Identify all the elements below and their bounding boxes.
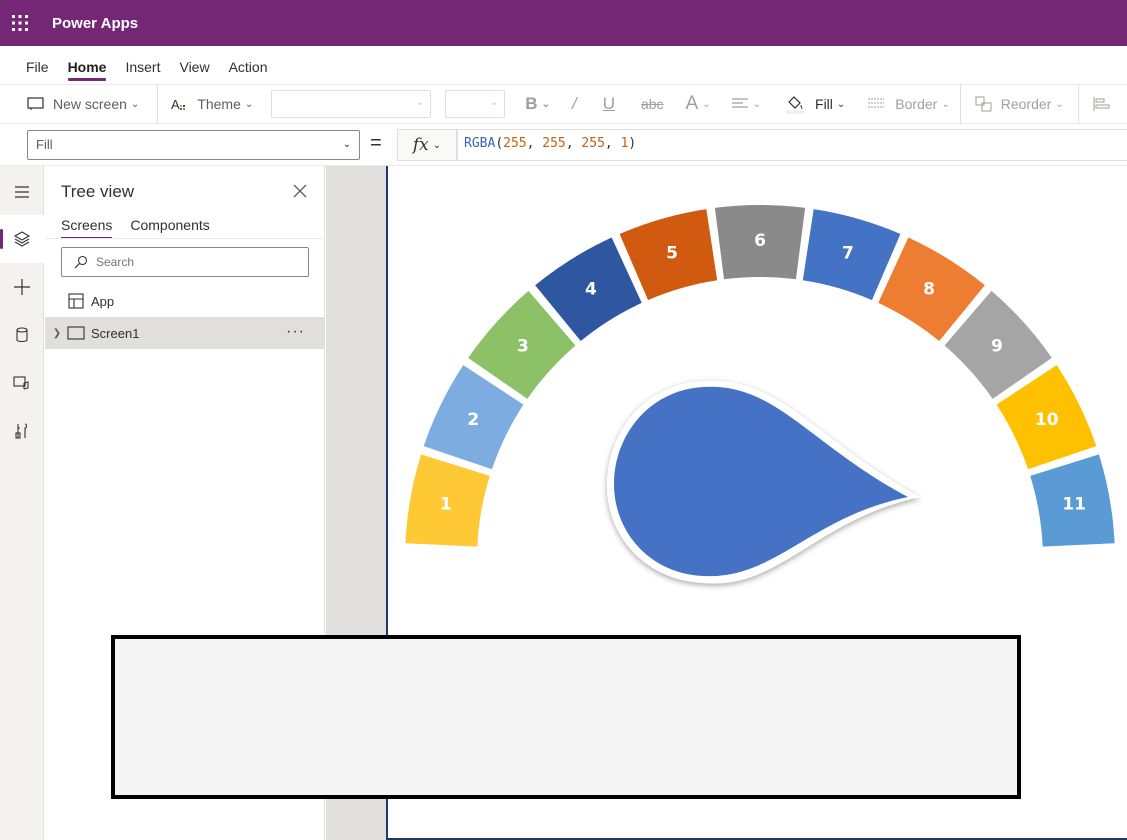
gauge-label-9: 9 [991,337,1003,357]
gauge-label-7: 7 [842,243,854,263]
gauge-label-11: 11 [1062,495,1086,515]
gauge-label-6: 6 [754,231,766,251]
gauge-label-10: 10 [1035,410,1059,430]
gauge-label-4: 4 [585,279,597,299]
gauge-label-8: 8 [923,279,935,299]
gauge-label-3: 3 [517,337,529,357]
gauge-needle [613,386,908,577]
blank-overlay-box [111,635,1021,799]
gauge-label-2: 2 [467,410,479,430]
gauge-label-5: 5 [666,243,678,263]
gauge-label-1: 1 [440,495,452,515]
